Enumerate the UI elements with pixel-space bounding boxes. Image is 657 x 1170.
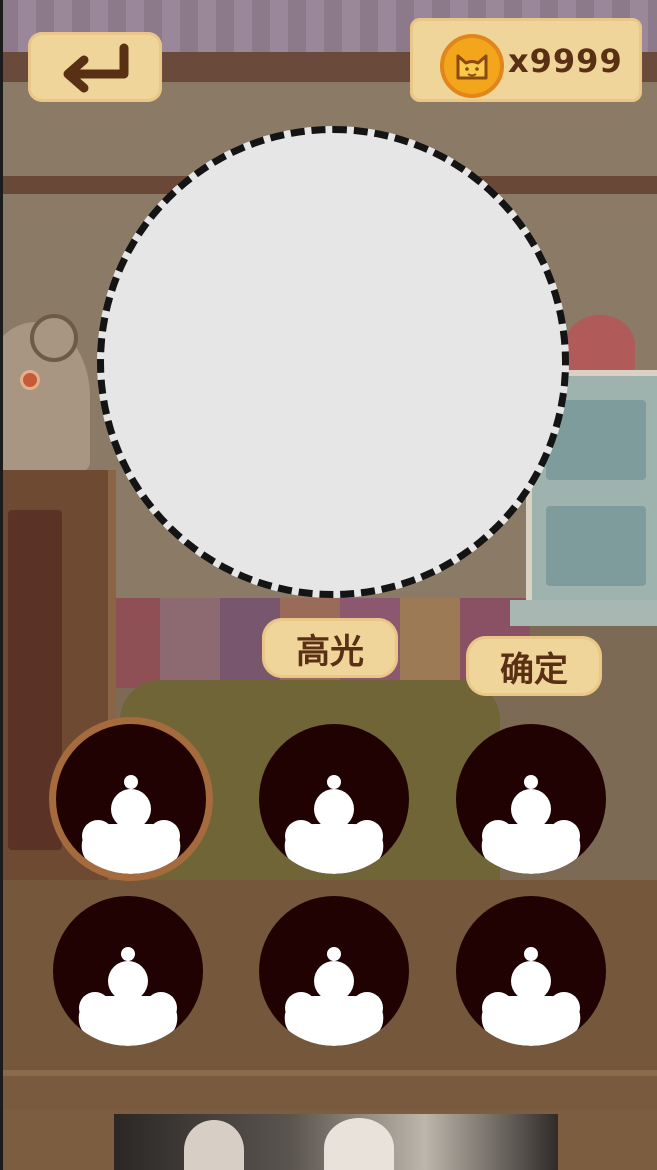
highlight-label: 高光 <box>296 631 364 672</box>
back-button[interactable] <box>28 32 162 102</box>
portrait-preview[interactable] <box>97 126 569 598</box>
confirm-label: 确定 <box>500 649 568 690</box>
window-pane <box>546 506 646 586</box>
bear-eye <box>20 370 40 390</box>
video-thumbnail[interactable] <box>114 1114 558 1170</box>
confirm-button[interactable]: 确定 <box>466 636 602 696</box>
mascot-silhouette-icon <box>78 947 178 1046</box>
mascot-silhouette-icon <box>284 775 384 874</box>
thumbnail-figure <box>184 1120 244 1170</box>
character-slot[interactable] <box>259 896 409 1046</box>
cabinet-door <box>8 510 62 850</box>
character-slot[interactable] <box>56 724 206 874</box>
bear-decoration <box>0 314 90 472</box>
mascot-silhouette-icon <box>284 947 384 1046</box>
thumbnail-figure <box>324 1118 394 1170</box>
decor-rose <box>565 315 635 375</box>
coin-counter: x9999 <box>410 18 642 102</box>
cat-face-icon <box>456 54 488 80</box>
character-slot[interactable] <box>53 896 203 1046</box>
counter-shelf <box>510 600 657 626</box>
return-arrow-icon <box>63 43 129 93</box>
mascot-silhouette-icon <box>81 775 181 874</box>
character-slot[interactable] <box>456 724 606 874</box>
screen-edge <box>0 0 3 1170</box>
bear-ear <box>30 314 78 362</box>
coin-count: x9999 <box>508 42 623 80</box>
highlight-button[interactable]: 高光 <box>262 618 398 678</box>
character-slot[interactable] <box>456 896 606 1046</box>
mascot-silhouette-icon <box>481 775 581 874</box>
character-slot[interactable] <box>259 724 409 874</box>
mascot-silhouette-icon <box>481 947 581 1046</box>
cat-coin-icon <box>440 34 504 98</box>
